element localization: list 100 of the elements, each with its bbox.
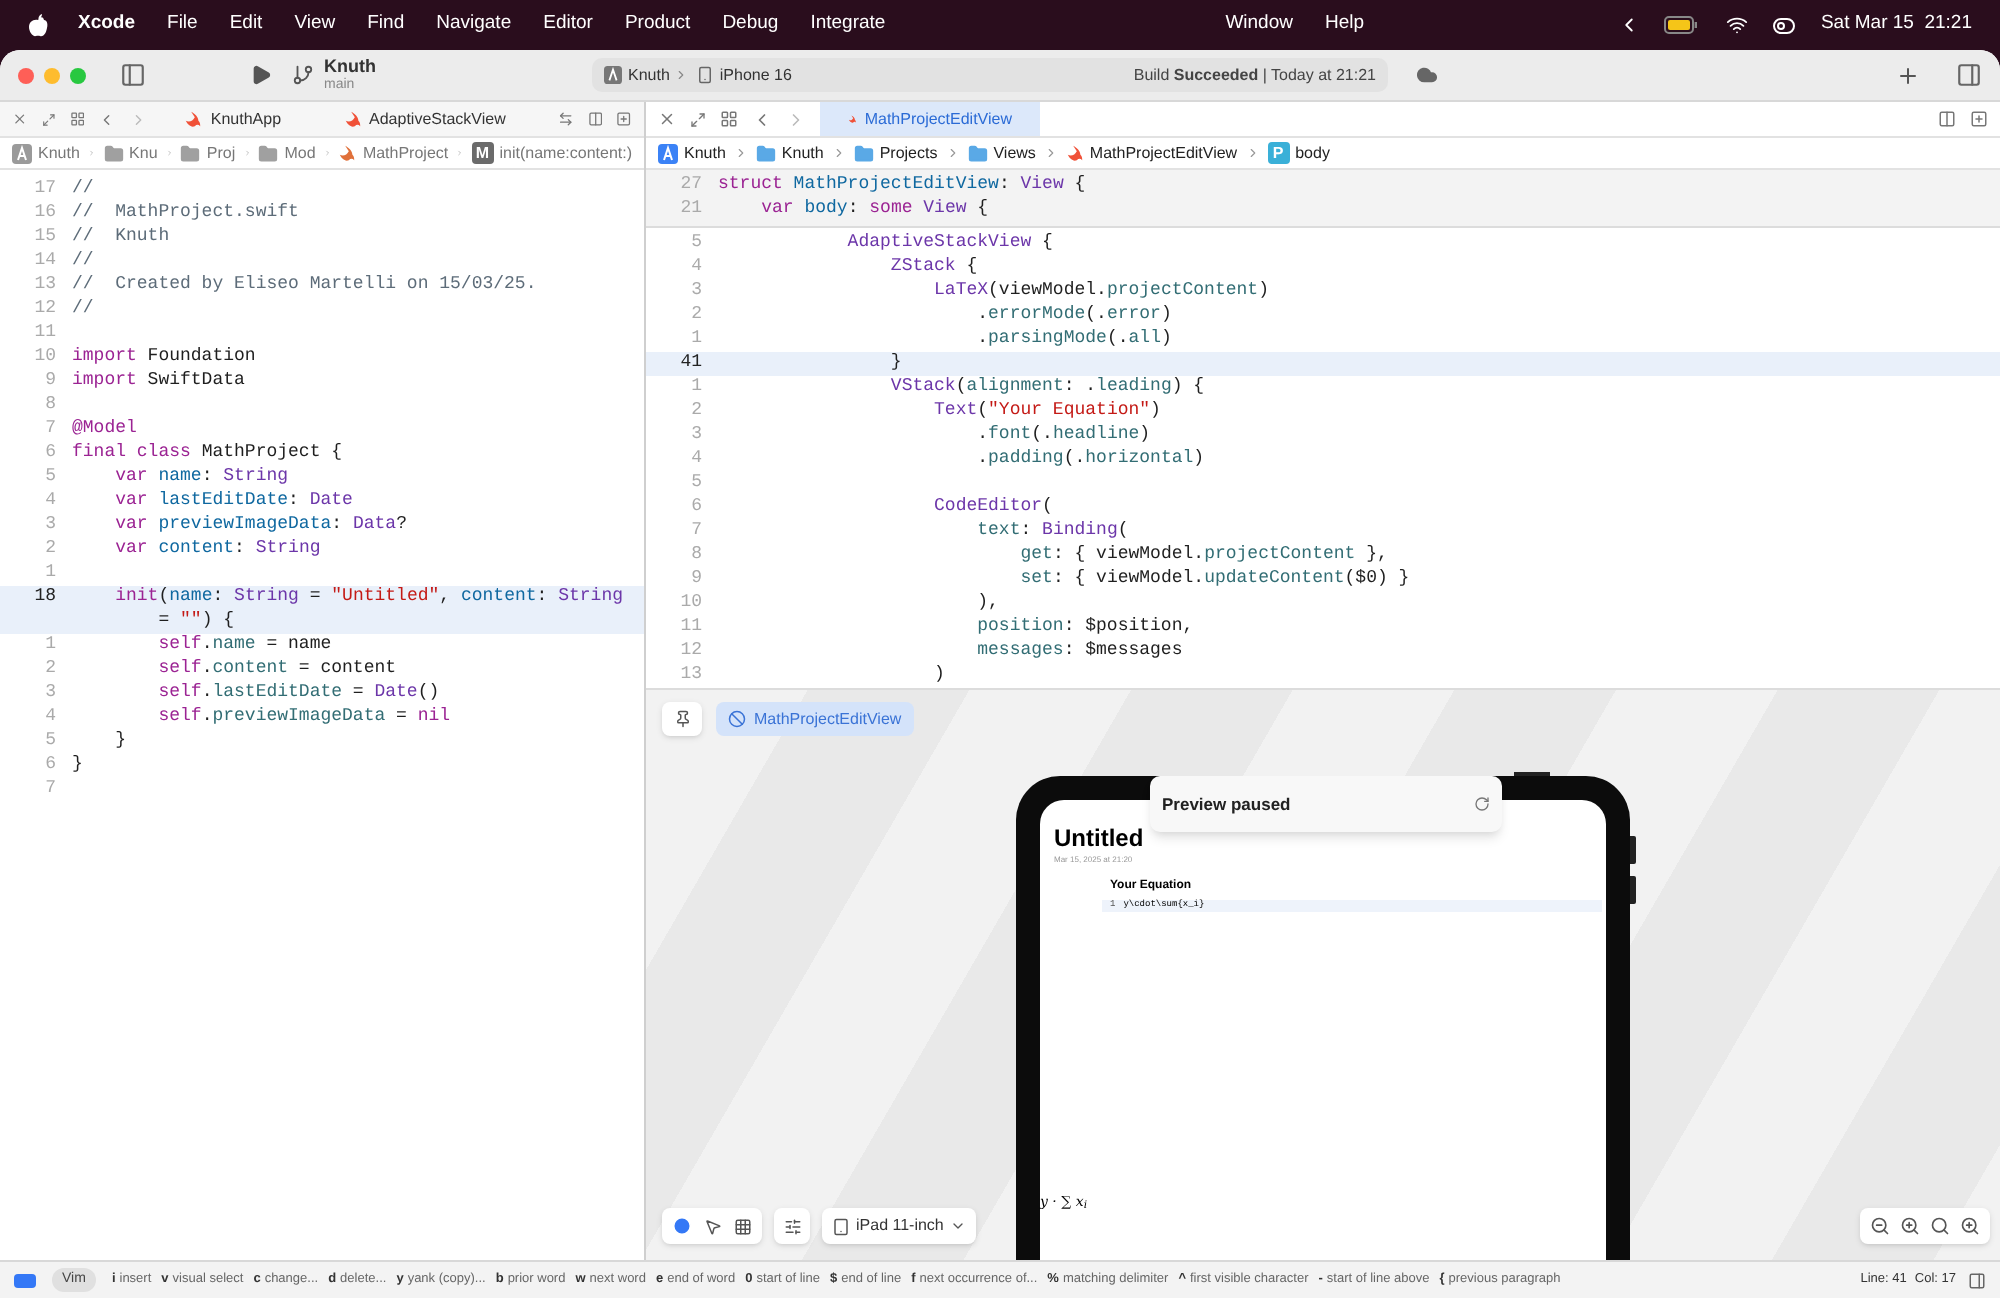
breadcrumb-item[interactable]: Mod — [284, 141, 316, 165]
editor-tab[interactable]: KnuthApp — [160, 102, 306, 136]
line-number: 18 — [34, 586, 56, 607]
breadcrumb-item[interactable]: Knu — [129, 141, 158, 165]
code-line: position: $position, — [975, 614, 1194, 641]
run-icon[interactable] — [250, 64, 272, 86]
cloud-icon[interactable] — [1416, 64, 1438, 86]
menu-item[interactable]: File — [167, 10, 198, 40]
code-line: ), — [975, 590, 999, 617]
line-number: 5 — [691, 232, 702, 253]
menu-item[interactable]: Edit — [229, 10, 263, 40]
expand-icon[interactable] — [41, 111, 56, 127]
breadcrumb-item[interactable]: Proj — [206, 141, 236, 165]
breadcrumb-item[interactable]: Knuth — [38, 141, 80, 165]
code-line: LaTeX(viewModel.projectContent) — [932, 278, 1269, 305]
menu-item[interactable]: Help — [1324, 10, 1365, 40]
code-line: // Created by Eliseo Martelli on 15/03/25. — [72, 272, 537, 299]
breadcrumb-item[interactable]: Knuth — [684, 141, 726, 165]
menu-clock[interactable]: Sat Mar 15 21:21 — [1820, 10, 1972, 40]
code-line: init(name: String = "Untitled", content: String — [113, 584, 624, 611]
breadcrumb-item[interactable]: MathProject — [362, 141, 449, 165]
breadcrumb-item[interactable]: init(name:content:) — [499, 141, 633, 165]
folder-icon — [258, 143, 279, 163]
menu-item[interactable]: View — [294, 10, 336, 40]
line-number: 13 — [680, 664, 702, 685]
breadcrumb-item[interactable]: body — [1295, 141, 1330, 165]
menu-item[interactable]: Integrate — [810, 10, 886, 40]
refresh-icon[interactable] — [1474, 796, 1490, 812]
zoom-out-icon[interactable] — [1870, 1216, 1890, 1236]
zoom-in-icon[interactable] — [1900, 1216, 1920, 1236]
variants-icon[interactable] — [734, 1217, 752, 1235]
pin-button[interactable] — [662, 702, 702, 736]
app-menu[interactable]: Xcode — [78, 10, 136, 40]
columns-icon[interactable] — [1938, 110, 1956, 128]
close-window-button[interactable] — [18, 67, 34, 83]
control-center-icon[interactable] — [1772, 13, 1797, 37]
apple-logo-icon[interactable] — [28, 13, 48, 37]
add-icon[interactable] — [1896, 63, 1920, 87]
menu-item[interactable]: Editor — [543, 10, 593, 40]
menu-item[interactable]: Navigate — [436, 10, 512, 40]
menu-item[interactable]: Window — [1225, 10, 1293, 40]
code-line: import Foundation — [72, 344, 256, 371]
code-line: .parsingMode(.all) — [975, 326, 1172, 353]
chevron-icon — [1245, 146, 1260, 160]
grid-icon[interactable] — [720, 110, 738, 128]
symbol-icon: P — [1267, 142, 1290, 164]
code-line: } — [888, 350, 902, 377]
breadcrumb-item[interactable]: MathProjectEditView — [1089, 141, 1238, 165]
branch-icon[interactable] — [292, 64, 314, 86]
line-number: 11 — [680, 616, 702, 637]
add-editor-icon[interactable] — [1970, 110, 1988, 128]
code-line: get: { viewModel.projectContent }, — [1018, 542, 1388, 569]
expand-icon[interactable] — [690, 111, 706, 127]
breadcrumb-item[interactable]: Views — [993, 141, 1036, 165]
code-line: var previewImageData: Data? — [113, 512, 407, 539]
breadcrumb-item[interactable]: Projects — [879, 141, 938, 165]
battery-icon[interactable] — [1664, 16, 1699, 34]
zoom-fit-icon[interactable] — [1930, 1216, 1950, 1236]
caret-icon — [949, 1218, 966, 1234]
navigator-icon[interactable] — [14, 1273, 36, 1287]
preview-name-chip[interactable]: MathProjectEditView — [716, 702, 914, 736]
line-number: 12 — [34, 298, 56, 319]
code-line: messages: $messages — [975, 638, 1183, 665]
line-number: 2 — [45, 538, 56, 559]
breadcrumb-item[interactable]: Knuth — [781, 141, 824, 165]
chevron-icon — [1043, 146, 1058, 160]
close-editor-icon[interactable] — [658, 110, 676, 128]
wifi-icon[interactable] — [1726, 14, 1749, 36]
grid-icon[interactable] — [69, 110, 85, 128]
select-mode-icon[interactable] — [704, 1217, 722, 1235]
file-icon — [1065, 144, 1084, 162]
live-mode-icon[interactable] — [672, 1216, 692, 1236]
chevron-icon — [87, 146, 96, 160]
columns-icon[interactable] — [587, 110, 603, 128]
code-line: // Knuth — [72, 224, 170, 251]
menu-item[interactable]: Product — [624, 10, 691, 40]
line-number: 2 — [45, 658, 56, 679]
code-line: CodeEditor( — [932, 494, 1053, 521]
phone-icon — [695, 66, 714, 84]
chevron-icon — [831, 146, 846, 160]
close-editor-icon[interactable] — [12, 110, 28, 128]
add-editor-icon[interactable] — [616, 110, 632, 128]
device-picker[interactable]: iPad 11-inch — [822, 1208, 976, 1244]
scheme-name[interactable]: Knuth — [324, 58, 376, 78]
code-line: ) — [932, 662, 945, 688]
menu-item[interactable]: Debug — [722, 10, 779, 40]
zoom-in-icon[interactable] — [1960, 1216, 1980, 1236]
build-status: Build Succeeded | Today at 21:21 — [1133, 63, 1376, 87]
settings-button[interactable] — [774, 1208, 810, 1244]
sidebar-toggle-icon[interactable] — [120, 62, 146, 88]
menu-item[interactable]: Find — [367, 10, 405, 40]
side-button-drawing — [1630, 876, 1636, 904]
destination-device[interactable]: iPhone 16 — [719, 63, 792, 87]
swap-icon[interactable] — [557, 110, 574, 128]
debug-area-toggle-icon[interactable] — [1968, 1271, 1986, 1289]
destination-scheme[interactable]: Knuth — [628, 63, 670, 87]
inspector-toggle-icon[interactable] — [1956, 62, 1982, 88]
editor-tab[interactable]: MathProjectEditView — [820, 102, 1040, 136]
line-number: 3 — [45, 682, 56, 703]
editor-tab[interactable]: AdaptiveStackView — [319, 102, 530, 136]
